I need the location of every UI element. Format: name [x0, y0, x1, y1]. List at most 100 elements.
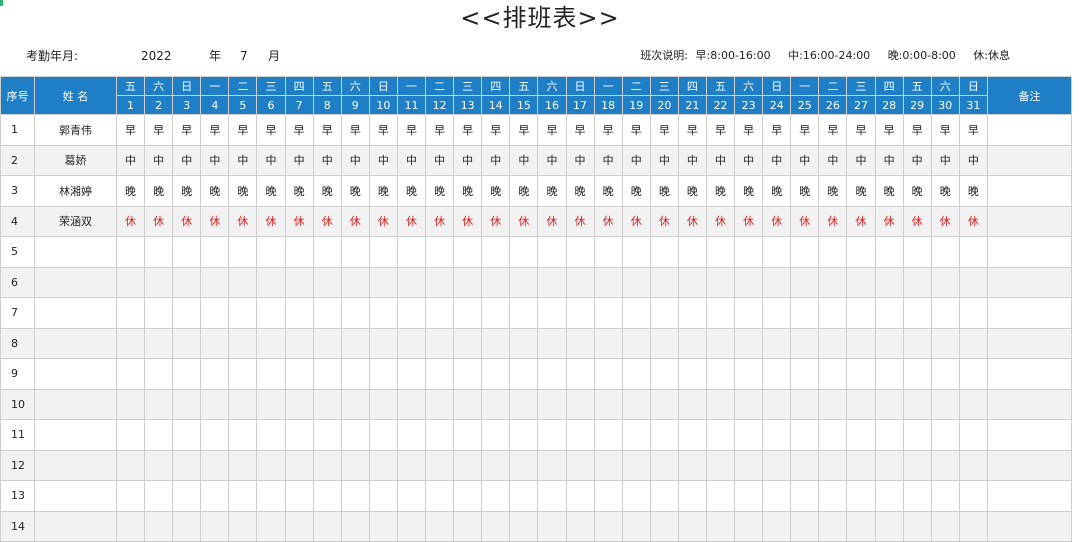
- shift-cell[interactable]: [368, 327, 398, 359]
- shift-cell[interactable]: [396, 449, 427, 481]
- shift-cell[interactable]: 休: [284, 205, 314, 237]
- shift-cell[interactable]: [228, 388, 258, 420]
- shift-cell[interactable]: 休: [340, 205, 370, 237]
- shift-cell[interactable]: [874, 236, 904, 268]
- shift-cell[interactable]: 中: [930, 144, 960, 176]
- shift-cell[interactable]: 晚: [762, 175, 792, 207]
- shift-cell[interactable]: [874, 388, 904, 420]
- shift-cell[interactable]: 休: [930, 205, 960, 237]
- shift-cell[interactable]: [481, 236, 511, 268]
- shift-cell[interactable]: [958, 388, 988, 420]
- shift-cell[interactable]: [200, 297, 230, 329]
- shift-cell[interactable]: [958, 358, 988, 390]
- shift-cell[interactable]: [677, 266, 707, 298]
- shift-cell[interactable]: [340, 419, 370, 451]
- shift-cell[interactable]: 中: [705, 144, 736, 176]
- shift-cell[interactable]: [593, 297, 623, 329]
- shift-cell[interactable]: [705, 388, 736, 420]
- shift-cell[interactable]: [846, 358, 876, 390]
- shift-cell[interactable]: [649, 266, 679, 298]
- shift-cell[interactable]: [200, 419, 230, 451]
- employee-name[interactable]: [34, 297, 117, 329]
- shift-cell[interactable]: 休: [902, 205, 932, 237]
- shift-cell[interactable]: [790, 480, 820, 512]
- shift-cell[interactable]: [115, 327, 146, 359]
- shift-cell[interactable]: [874, 297, 904, 329]
- shift-cell[interactable]: [144, 510, 174, 542]
- shift-cell[interactable]: [677, 236, 707, 268]
- shift-cell[interactable]: [649, 358, 679, 390]
- shift-cell[interactable]: [509, 236, 539, 268]
- shift-cell[interactable]: [396, 358, 427, 390]
- shift-cell[interactable]: [874, 327, 904, 359]
- shift-cell[interactable]: [790, 327, 820, 359]
- shift-cell[interactable]: [762, 480, 792, 512]
- shift-cell[interactable]: [228, 266, 258, 298]
- shift-cell[interactable]: [368, 449, 398, 481]
- shift-cell[interactable]: 晚: [509, 175, 539, 207]
- shift-cell[interactable]: [705, 510, 736, 542]
- shift-cell[interactable]: [368, 419, 398, 451]
- shift-cell[interactable]: 休: [115, 205, 146, 237]
- shift-cell[interactable]: [228, 419, 258, 451]
- shift-cell[interactable]: [228, 297, 258, 329]
- shift-cell[interactable]: [200, 236, 230, 268]
- shift-cell[interactable]: [762, 419, 792, 451]
- shift-cell[interactable]: [144, 388, 174, 420]
- shift-cell[interactable]: [481, 419, 511, 451]
- shift-cell[interactable]: [705, 236, 736, 268]
- shift-cell[interactable]: [958, 297, 988, 329]
- shift-cell[interactable]: 早: [509, 114, 539, 146]
- shift-cell[interactable]: [509, 297, 539, 329]
- shift-cell[interactable]: 休: [762, 205, 792, 237]
- shift-cell[interactable]: [902, 327, 932, 359]
- shift-cell[interactable]: [537, 358, 567, 390]
- shift-cell[interactable]: [537, 236, 567, 268]
- shift-cell[interactable]: 中: [621, 144, 651, 176]
- shift-cell[interactable]: [284, 388, 314, 420]
- shift-cell[interactable]: 中: [228, 144, 258, 176]
- shift-cell[interactable]: 晚: [425, 175, 455, 207]
- shift-cell[interactable]: [200, 510, 230, 542]
- shift-cell[interactable]: [340, 236, 370, 268]
- shift-cell[interactable]: 中: [340, 144, 370, 176]
- shift-cell[interactable]: [930, 266, 960, 298]
- shift-cell[interactable]: [762, 297, 792, 329]
- shift-cell[interactable]: [144, 358, 174, 390]
- shift-cell[interactable]: 休: [312, 205, 342, 237]
- shift-cell[interactable]: 晚: [593, 175, 623, 207]
- shift-cell[interactable]: [677, 449, 707, 481]
- shift-cell[interactable]: [818, 327, 848, 359]
- shift-cell[interactable]: [172, 510, 202, 542]
- shift-cell[interactable]: [284, 297, 314, 329]
- shift-cell[interactable]: [930, 449, 960, 481]
- shift-cell[interactable]: [930, 480, 960, 512]
- note-cell[interactable]: [986, 327, 1073, 359]
- shift-cell[interactable]: [762, 358, 792, 390]
- shift-cell[interactable]: [509, 327, 539, 359]
- shift-cell[interactable]: 晚: [958, 175, 988, 207]
- shift-cell[interactable]: [705, 358, 736, 390]
- shift-cell[interactable]: 休: [621, 205, 651, 237]
- shift-cell[interactable]: 中: [677, 144, 707, 176]
- shift-cell[interactable]: [565, 510, 595, 542]
- shift-cell[interactable]: [621, 327, 651, 359]
- shift-cell[interactable]: 晚: [705, 175, 736, 207]
- shift-cell[interactable]: [930, 358, 960, 390]
- shift-cell[interactable]: 晚: [115, 175, 146, 207]
- shift-cell[interactable]: [172, 449, 202, 481]
- shift-cell[interactable]: [902, 358, 932, 390]
- shift-cell[interactable]: 早: [481, 114, 511, 146]
- shift-cell[interactable]: [340, 388, 370, 420]
- shift-cell[interactable]: [734, 358, 764, 390]
- shift-cell[interactable]: 早: [312, 114, 342, 146]
- shift-cell[interactable]: [705, 297, 736, 329]
- shift-cell[interactable]: [565, 236, 595, 268]
- shift-cell[interactable]: 晚: [846, 175, 876, 207]
- shift-cell[interactable]: [537, 449, 567, 481]
- note-cell[interactable]: [986, 480, 1073, 512]
- shift-cell[interactable]: 早: [144, 114, 174, 146]
- shift-cell[interactable]: [846, 236, 876, 268]
- shift-cell[interactable]: [284, 358, 314, 390]
- shift-cell[interactable]: [425, 480, 455, 512]
